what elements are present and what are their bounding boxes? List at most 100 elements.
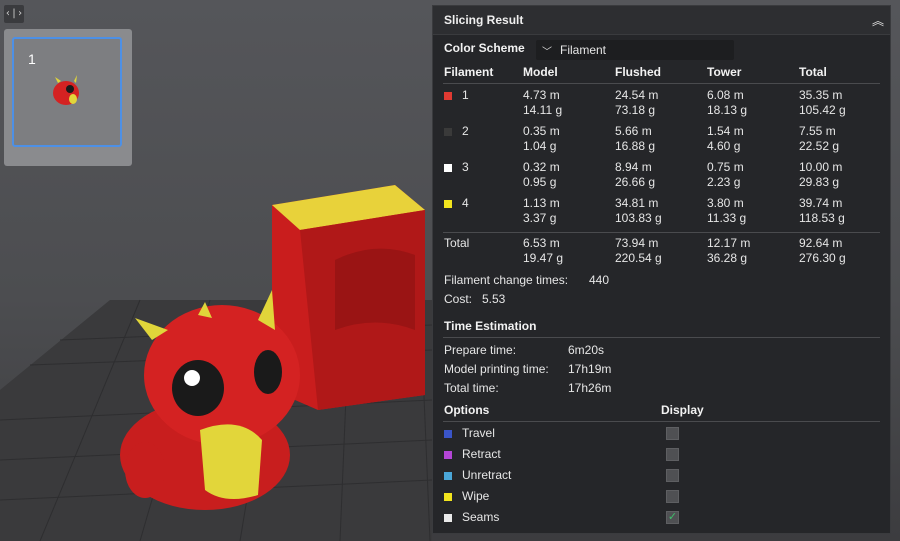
filament-model-weight: 1.04 g xyxy=(523,139,557,153)
filament-tower-weight: 18.13 g xyxy=(707,103,748,117)
filament-flushed-length: 34.81 m xyxy=(615,196,659,210)
total-model-weight: 19.47 g xyxy=(523,251,564,265)
filament-model-length: 0.35 m xyxy=(523,124,560,138)
option-color-swatch xyxy=(444,513,452,522)
prepare-time-value: 6m20s xyxy=(568,343,605,357)
option-color-swatch xyxy=(444,450,452,459)
col-flushed-header: Flushed xyxy=(615,65,662,79)
option-unretract: Unretract xyxy=(444,468,511,483)
color-scheme-value: Filament xyxy=(560,43,607,57)
total-tower-weight: 36.28 g xyxy=(707,251,748,265)
total-flushed-weight: 220.54 g xyxy=(615,251,662,265)
col-model-header: Model xyxy=(523,65,558,79)
display-travel-checkbox[interactable] xyxy=(666,427,679,440)
total-time-value: 17h26m xyxy=(568,381,612,395)
filament-total-length: 10.00 m xyxy=(799,160,843,174)
plate-thumbnail[interactable]: 1 xyxy=(12,37,122,147)
total-model-length: 6.53 m xyxy=(523,236,560,250)
filament-tower-weight: 11.33 g xyxy=(707,211,747,225)
chevron-down-icon: ﹀ xyxy=(542,46,552,58)
display-retract-checkbox[interactable] xyxy=(666,448,679,461)
option-travel: Travel xyxy=(444,426,495,441)
printing-time-label: Model printing time: xyxy=(444,362,549,376)
col-tower-header: Tower xyxy=(707,65,742,79)
color-scheme-dropdown[interactable]: ﹀ Filament xyxy=(536,40,734,60)
slicing-result-panel: Slicing Result ︽ Color Scheme ﹀ Filament… xyxy=(432,5,891,534)
filament-flushed-weight: 103.83 g xyxy=(615,211,662,225)
filament-flushed-weight: 26.66 g xyxy=(615,175,656,189)
filament-tower-length: 0.75 m xyxy=(707,160,744,174)
filament-row-id: 2 xyxy=(444,124,469,139)
filament-change-value: 440 xyxy=(589,273,610,287)
filament-row-id: 1 xyxy=(444,88,469,103)
checkmark-icon: ✓ xyxy=(667,511,678,523)
display-unretract-checkbox[interactable] xyxy=(666,469,679,482)
plate-preview-icon xyxy=(53,75,79,105)
filament-model-length: 4.73 m xyxy=(523,88,560,102)
cost-value: 5.53 xyxy=(482,292,506,306)
filament-model-length: 1.13 m xyxy=(523,196,560,210)
filament-flushed-length: 5.66 m xyxy=(615,124,652,138)
display-seams-checkbox[interactable]: ✓ xyxy=(666,511,679,524)
filament-total-length: 35.35 m xyxy=(799,88,843,102)
filament-model-length: 0.32 m xyxy=(523,160,560,174)
printing-time-value: 17h19m xyxy=(568,362,612,376)
filament-row-id: 4 xyxy=(444,196,469,211)
collapse-up-icon[interactable]: ︽ xyxy=(872,12,884,29)
total-row-label: Total xyxy=(444,236,470,250)
option-color-swatch xyxy=(444,492,452,501)
filament-flushed-length: 8.94 m xyxy=(615,160,652,174)
filament-model-weight: 14.11 g xyxy=(523,103,563,117)
option-retract: Retract xyxy=(444,447,501,462)
filament-id: 2 xyxy=(462,124,469,138)
filament-tower-length: 1.54 m xyxy=(707,124,744,138)
filament-flushed-weight: 73.18 g xyxy=(615,103,656,117)
filament-flushed-weight: 16.88 g xyxy=(615,139,656,153)
option-label: Retract xyxy=(462,447,501,461)
divider xyxy=(443,421,880,422)
option-label: Travel xyxy=(462,426,495,440)
total-total-length: 92.64 m xyxy=(799,236,843,250)
total-tower-length: 12.17 m xyxy=(707,236,751,250)
cost-label: Cost: xyxy=(444,292,473,306)
filament-model-weight: 3.37 g xyxy=(523,211,557,225)
panel-title: Slicing Result xyxy=(444,13,524,27)
filament-color-swatch xyxy=(444,91,452,100)
col-total-header: Total xyxy=(799,65,827,79)
filament-total-weight: 105.42 g xyxy=(799,103,846,117)
filament-id: 4 xyxy=(462,196,469,210)
plate-list-panel: 1 xyxy=(4,29,132,166)
option-color-swatch xyxy=(444,429,452,438)
filament-tower-length: 6.08 m xyxy=(707,88,744,102)
filament-total-length: 7.55 m xyxy=(799,124,836,138)
filament-total-weight: 22.52 g xyxy=(799,139,840,153)
options-header: Options xyxy=(444,403,490,417)
display-wipe-checkbox[interactable] xyxy=(666,490,679,503)
collapse-sidebar-icon[interactable]: ‹|› xyxy=(4,5,24,23)
time-estimation-title: Time Estimation xyxy=(444,319,537,333)
total-time-label: Total time: xyxy=(444,381,499,395)
filament-id: 1 xyxy=(462,88,469,102)
filament-color-swatch xyxy=(444,199,452,208)
filament-tower-length: 3.80 m xyxy=(707,196,744,210)
filament-color-swatch xyxy=(444,127,452,136)
filament-flushed-length: 24.54 m xyxy=(615,88,659,102)
filament-row-id: 3 xyxy=(444,160,469,175)
filament-total-length: 39.74 m xyxy=(799,196,843,210)
option-wipe: Wipe xyxy=(444,489,489,504)
filament-tower-weight: 2.23 g xyxy=(707,175,741,189)
color-scheme-label: Color Scheme xyxy=(444,41,525,55)
panel-header: Slicing Result ︽ xyxy=(433,6,890,35)
filament-color-swatch xyxy=(444,163,452,172)
divider xyxy=(443,83,880,84)
filament-tower-weight: 4.60 g xyxy=(707,139,741,153)
option-seams: Seams xyxy=(444,510,499,525)
total-flushed-length: 73.94 m xyxy=(615,236,659,250)
divider xyxy=(443,337,880,338)
option-label: Seams xyxy=(462,510,500,524)
option-label: Wipe xyxy=(462,489,490,503)
prepare-time-label: Prepare time: xyxy=(444,343,517,357)
option-label: Unretract xyxy=(462,468,512,482)
divider xyxy=(443,232,880,233)
filament-model-weight: 0.95 g xyxy=(523,175,557,189)
